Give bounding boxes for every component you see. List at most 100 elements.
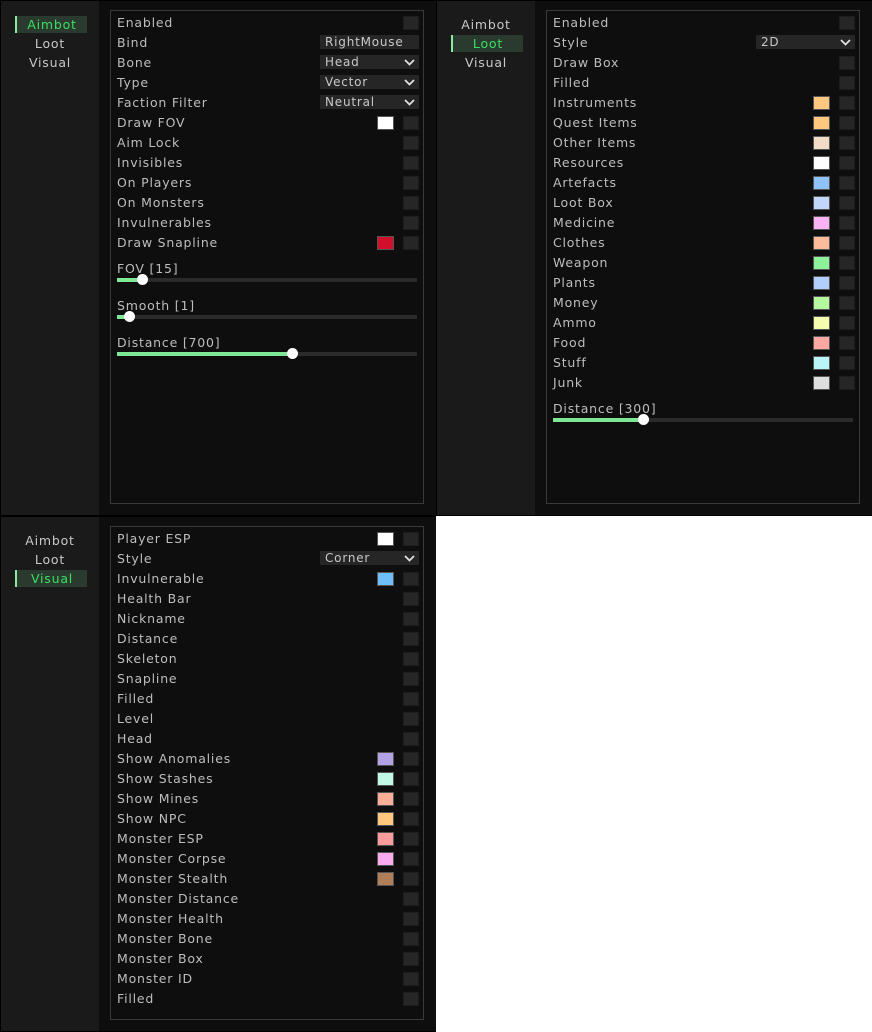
plants-checkbox[interactable] — [839, 276, 855, 290]
bind-keybind-field[interactable]: RightMouse — [320, 35, 419, 49]
loot-box-color-swatch[interactable] — [813, 196, 830, 210]
slider-handle[interactable] — [136, 274, 148, 285]
monster-bone-checkbox[interactable] — [403, 932, 419, 946]
invulnerable-color-swatch[interactable] — [377, 572, 394, 586]
setting-row-stuff: Stuff — [553, 353, 855, 373]
slider-track-fov-15[interactable] — [117, 274, 417, 285]
monster-corpse-color-swatch[interactable] — [377, 852, 394, 866]
slider-handle[interactable] — [124, 311, 135, 322]
on-monsters-checkbox[interactable] — [403, 196, 419, 210]
clothes-checkbox[interactable] — [839, 236, 855, 250]
tab-aimbot[interactable]: Aimbot — [451, 16, 521, 33]
draw-snapline-color-swatch[interactable] — [377, 236, 394, 250]
tab-aimbot[interactable]: Aimbot — [15, 532, 85, 549]
other-items-checkbox[interactable] — [839, 136, 855, 150]
enabled-checkbox[interactable] — [403, 16, 419, 30]
money-color-swatch[interactable] — [813, 296, 830, 310]
slider-track-distance-300[interactable] — [553, 414, 853, 425]
monster-stealth-color-swatch[interactable] — [377, 872, 394, 886]
tab-loot[interactable]: Loot — [15, 551, 85, 568]
slider-handle[interactable] — [638, 414, 649, 425]
on-players-checkbox[interactable] — [403, 176, 419, 190]
resources-color-swatch[interactable] — [813, 156, 830, 170]
style-dropdown[interactable]: 2D — [756, 35, 855, 49]
artefacts-checkbox[interactable] — [839, 176, 855, 190]
slider-handle[interactable] — [286, 348, 298, 359]
slider-track-smooth-1[interactable] — [117, 311, 417, 322]
show-mines-checkbox[interactable] — [403, 792, 419, 806]
clothes-color-swatch[interactable] — [813, 236, 830, 250]
style-dropdown[interactable]: Corner — [320, 551, 419, 565]
medicine-color-swatch[interactable] — [813, 216, 830, 230]
tab-visual[interactable]: Visual — [451, 54, 521, 71]
quest-items-color-swatch[interactable] — [813, 116, 830, 130]
instruments-color-swatch[interactable] — [813, 96, 830, 110]
quest-items-checkbox[interactable] — [839, 116, 855, 130]
monster-box-checkbox[interactable] — [403, 952, 419, 966]
draw-fov-checkbox[interactable] — [403, 116, 419, 130]
health-bar-checkbox[interactable] — [403, 592, 419, 606]
tab-aimbot[interactable]: Aimbot — [15, 16, 87, 33]
junk-color-swatch[interactable] — [813, 376, 830, 390]
tab-loot[interactable]: Loot — [15, 35, 85, 52]
invisibles-checkbox[interactable] — [403, 156, 419, 170]
ammo-color-swatch[interactable] — [813, 316, 830, 330]
show-npc-color-swatch[interactable] — [377, 812, 394, 826]
food-color-swatch[interactable] — [813, 336, 830, 350]
monster-esp-checkbox[interactable] — [403, 832, 419, 846]
weapon-color-swatch[interactable] — [813, 256, 830, 270]
monster-stealth-checkbox[interactable] — [403, 872, 419, 886]
stuff-checkbox[interactable] — [839, 356, 855, 370]
medicine-checkbox[interactable] — [839, 216, 855, 230]
instruments-checkbox[interactable] — [839, 96, 855, 110]
monster-health-checkbox[interactable] — [403, 912, 419, 926]
bone-dropdown[interactable]: Head — [320, 55, 419, 69]
aim-lock-checkbox[interactable] — [403, 136, 419, 150]
player-esp-color-swatch[interactable] — [377, 532, 394, 546]
stuff-color-swatch[interactable] — [813, 356, 830, 370]
plants-color-swatch[interactable] — [813, 276, 830, 290]
monster-distance-checkbox[interactable] — [403, 892, 419, 906]
draw-box-checkbox[interactable] — [839, 56, 855, 70]
filled-checkbox[interactable] — [403, 992, 419, 1006]
tab-loot[interactable]: Loot — [451, 35, 523, 52]
settings-panel: Player ESP Style Corner Invulnerable Health … — [99, 517, 436, 1031]
tab-visual[interactable]: Visual — [15, 54, 85, 71]
player-esp-checkbox[interactable] — [403, 532, 419, 546]
junk-checkbox[interactable] — [839, 376, 855, 390]
show-stashes-color-swatch[interactable] — [377, 772, 394, 786]
monster-id-checkbox[interactable] — [403, 972, 419, 986]
show-anomalies-checkbox[interactable] — [403, 752, 419, 766]
nickname-checkbox[interactable] — [403, 612, 419, 626]
draw-fov-color-swatch[interactable] — [377, 116, 394, 130]
slider-track-distance-700[interactable] — [117, 348, 417, 359]
type-dropdown[interactable]: Vector — [320, 75, 419, 89]
monster-esp-color-swatch[interactable] — [377, 832, 394, 846]
faction-filter-dropdown[interactable]: Neutral — [320, 95, 419, 109]
tab-visual[interactable]: Visual — [15, 570, 87, 587]
skeleton-checkbox[interactable] — [403, 652, 419, 666]
draw-snapline-checkbox[interactable] — [403, 236, 419, 250]
distance-checkbox[interactable] — [403, 632, 419, 646]
show-anomalies-color-swatch[interactable] — [377, 752, 394, 766]
show-mines-color-swatch[interactable] — [377, 792, 394, 806]
resources-checkbox[interactable] — [839, 156, 855, 170]
monster-corpse-checkbox[interactable] — [403, 852, 419, 866]
food-checkbox[interactable] — [839, 336, 855, 350]
enabled-checkbox[interactable] — [839, 16, 855, 30]
snapline-checkbox[interactable] — [403, 672, 419, 686]
loot-box-checkbox[interactable] — [839, 196, 855, 210]
show-stashes-checkbox[interactable] — [403, 772, 419, 786]
ammo-checkbox[interactable] — [839, 316, 855, 330]
money-checkbox[interactable] — [839, 296, 855, 310]
filled-checkbox[interactable] — [839, 76, 855, 90]
other-items-color-swatch[interactable] — [813, 136, 830, 150]
show-npc-checkbox[interactable] — [403, 812, 419, 826]
head-checkbox[interactable] — [403, 732, 419, 746]
level-checkbox[interactable] — [403, 712, 419, 726]
weapon-checkbox[interactable] — [839, 256, 855, 270]
filled-checkbox[interactable] — [403, 692, 419, 706]
artefacts-color-swatch[interactable] — [813, 176, 830, 190]
invulnerables-checkbox[interactable] — [403, 216, 419, 230]
invulnerable-checkbox[interactable] — [403, 572, 419, 586]
